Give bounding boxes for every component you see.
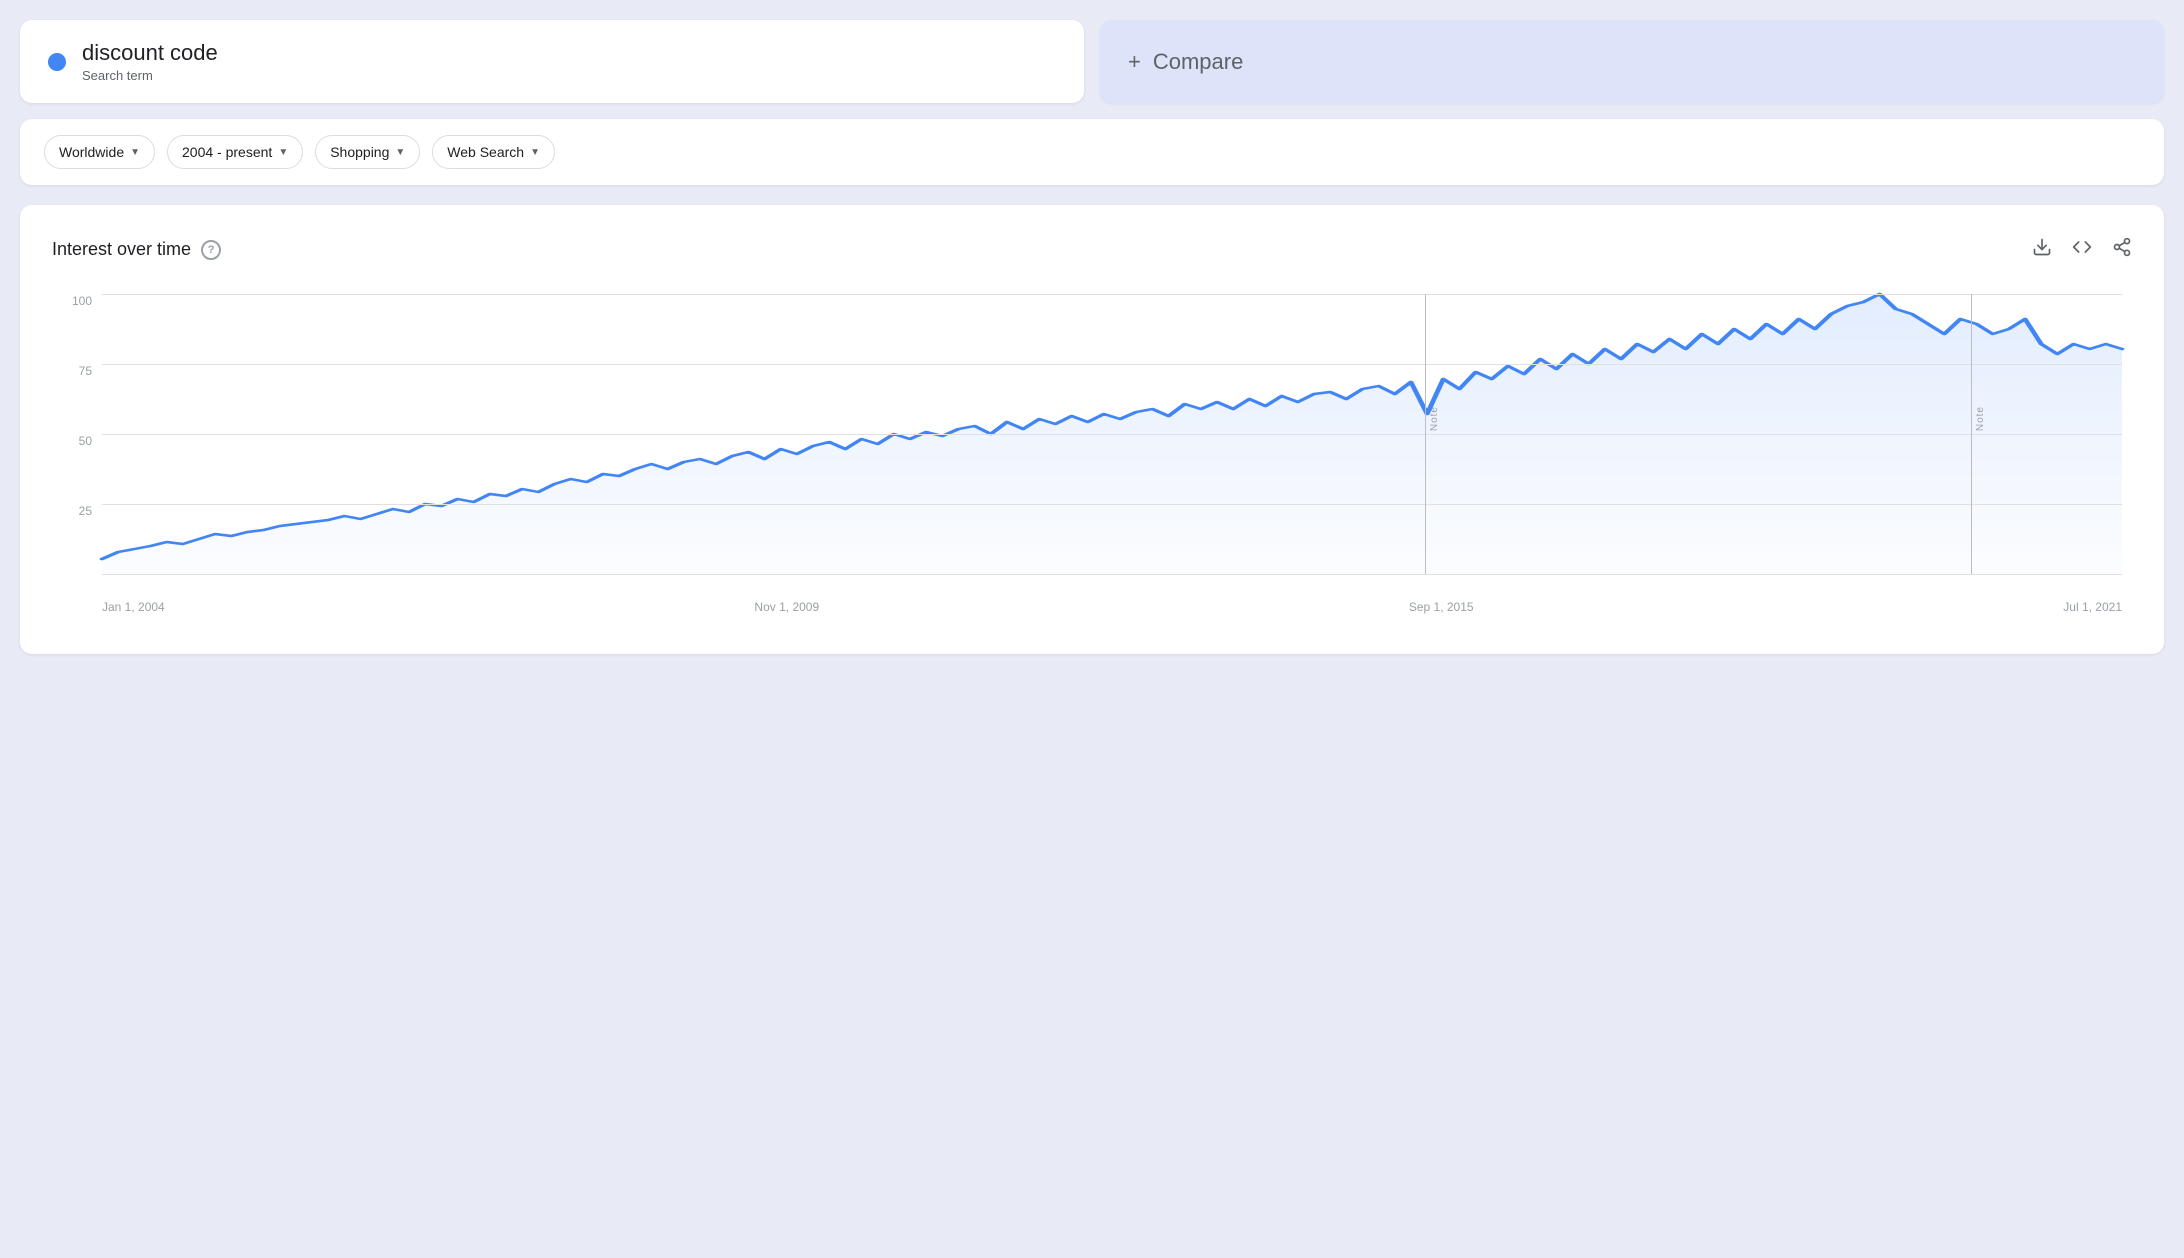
search-term-text: discount code Search term [82,40,218,83]
search-term-dot [48,53,66,71]
y-label-25: 25 [52,504,92,518]
category-chevron-icon: ▼ [395,147,405,158]
embed-icon[interactable] [2072,237,2092,262]
help-icon[interactable]: ? [201,240,221,260]
chart-card: Interest over time ? [20,205,2164,654]
x-label-2021: Jul 1, 2021 [2063,600,2122,614]
search-term-subtitle: Search term [82,68,218,83]
chart-plot-area: Note Note [102,294,2122,574]
note-label-1: Note [1429,406,1440,431]
region-chevron-icon: ▼ [130,147,140,158]
chart-header: Interest over time ? [52,237,2132,262]
y-axis-labels: 100 75 50 25 [52,294,92,574]
chart-area: 100 75 50 25 Note Note [52,294,2132,614]
search-type-filter[interactable]: Web Search ▼ [432,135,555,169]
compare-label: Compare [1153,49,1243,75]
region-filter[interactable]: Worldwide ▼ [44,135,155,169]
grid-line-50 [102,434,2122,435]
grid-line-75 [102,364,2122,365]
filters-card: Worldwide ▼ 2004 - present ▼ Shopping ▼ … [20,119,2164,185]
search-term-card: discount code Search term [20,20,1084,103]
x-label-2009: Nov 1, 2009 [754,600,819,614]
x-label-2015: Sep 1, 2015 [1409,600,1474,614]
note-label-2: Note [1975,406,1986,431]
x-label-2004: Jan 1, 2004 [102,600,165,614]
grid-line-0 [102,574,2122,575]
category-filter[interactable]: Shopping ▼ [315,135,420,169]
note-line-2: Note [1971,294,1972,574]
note-line-1: Note [1425,294,1426,574]
y-label-75: 75 [52,364,92,378]
search-type-chevron-icon: ▼ [530,147,540,158]
chart-actions [2032,237,2132,262]
grid-lines [102,294,2122,574]
x-axis-labels: Jan 1, 2004 Nov 1, 2009 Sep 1, 2015 Jul … [102,584,2122,614]
search-term-title: discount code [82,40,218,66]
region-label: Worldwide [59,144,124,160]
search-type-label: Web Search [447,144,524,160]
compare-plus-icon: + [1128,49,1141,75]
chart-title: Interest over time [52,239,191,260]
chart-title-row: Interest over time ? [52,239,221,260]
share-icon[interactable] [2112,237,2132,262]
category-label: Shopping [330,144,389,160]
grid-line-25 [102,504,2122,505]
y-label-50: 50 [52,434,92,448]
y-label-100: 100 [52,294,92,308]
compare-card[interactable]: + Compare [1100,20,2164,103]
time-range-chevron-icon: ▼ [278,147,288,158]
grid-line-100 [102,294,2122,295]
time-range-filter[interactable]: 2004 - present ▼ [167,135,303,169]
top-bar: discount code Search term + Compare [20,20,2164,103]
time-range-label: 2004 - present [182,144,272,160]
download-icon[interactable] [2032,237,2052,262]
